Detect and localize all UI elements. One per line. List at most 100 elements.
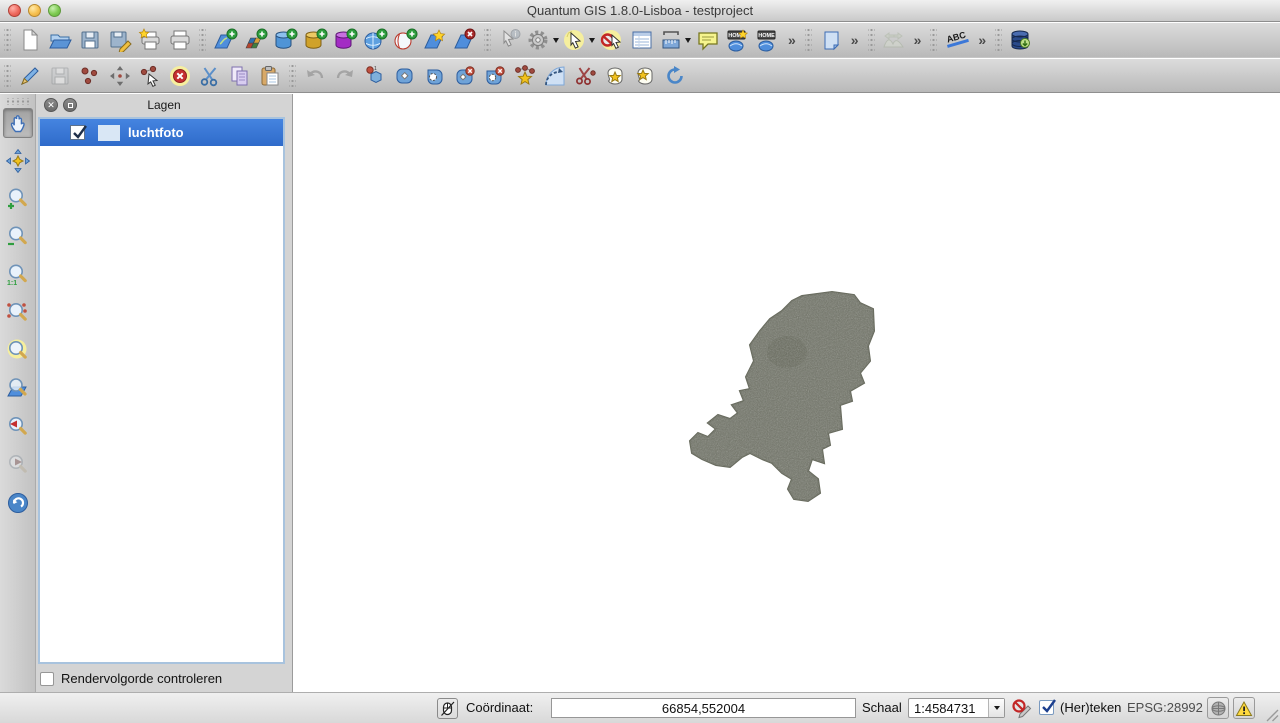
- select-features-button[interactable]: [561, 24, 597, 56]
- toolbar-overflow-chevron[interactable]: »: [851, 32, 859, 48]
- zoom-in-button[interactable]: [3, 184, 33, 214]
- deselect-icon: [599, 28, 625, 52]
- merge-features-button[interactable]: [600, 60, 630, 92]
- add-spatialite-layer-button[interactable]: [300, 24, 330, 56]
- map-tips-button[interactable]: [693, 24, 723, 56]
- paste-features-button[interactable]: [255, 60, 285, 92]
- delete-part-button[interactable]: [480, 60, 510, 92]
- deselect-features-button[interactable]: [597, 24, 627, 56]
- track-mouse-button[interactable]: [437, 698, 458, 719]
- show-bookmarks-button[interactable]: HOME: [753, 24, 783, 56]
- composer-manager-button[interactable]: [165, 24, 195, 56]
- toolbar-handle[interactable]: [805, 29, 812, 51]
- open-project-button[interactable]: [45, 24, 75, 56]
- render-order-checkbox[interactable]: [40, 672, 54, 686]
- delete-selected-icon: [168, 64, 192, 88]
- delete-selected-button[interactable]: [165, 60, 195, 92]
- layer-list[interactable]: luchtfoto: [38, 117, 285, 664]
- add-mssql-layer-button[interactable]: [330, 24, 360, 56]
- show-bookmarks-icon: HOME: [755, 28, 781, 53]
- add-postgis-layer-button[interactable]: [270, 24, 300, 56]
- cut-features-button[interactable]: [195, 60, 225, 92]
- add-vector-layer-button[interactable]: [210, 24, 240, 56]
- toolbar-handle[interactable]: [484, 29, 491, 51]
- rotate-feature-button[interactable]: 1: [360, 60, 390, 92]
- rotate-point-symbols-button[interactable]: [660, 60, 690, 92]
- toggle-editing-button[interactable]: [15, 60, 45, 92]
- new-bookmark-icon: HOME: [725, 28, 751, 53]
- zoom-full-button[interactable]: [3, 374, 33, 404]
- new-print-composer-button[interactable]: [135, 24, 165, 56]
- messages-button[interactable]: [1233, 697, 1255, 719]
- toolbar-overflow-chevron[interactable]: »: [978, 32, 986, 48]
- zoom-to-selection-button[interactable]: [3, 298, 33, 328]
- zoom-previous-button[interactable]: [3, 412, 33, 442]
- pan-to-selection-button[interactable]: [3, 146, 33, 176]
- new-project-button[interactable]: [15, 24, 45, 56]
- capture-points-button[interactable]: [75, 60, 105, 92]
- measure-line-button[interactable]: [657, 24, 693, 56]
- toolbar-handle[interactable]: [4, 29, 11, 51]
- toolbar-overflow-chevron[interactable]: »: [914, 32, 922, 48]
- save-edits-icon: [48, 64, 72, 88]
- copy-features-button[interactable]: [225, 60, 255, 92]
- crs-status-button[interactable]: [1207, 697, 1229, 719]
- toolbar-handle[interactable]: [868, 29, 875, 51]
- reshape-features-button[interactable]: [510, 60, 540, 92]
- toolbar-handle[interactable]: [289, 65, 296, 87]
- simplify-feature-button[interactable]: [390, 60, 420, 92]
- evis-database-button[interactable]: [1006, 24, 1036, 56]
- layer-row-luchtfoto[interactable]: luchtfoto: [40, 119, 283, 146]
- resize-grip[interactable]: [1266, 709, 1279, 722]
- toolbar-handle[interactable]: [4, 65, 11, 87]
- select-cursor-icon: [563, 28, 587, 52]
- merge-attributes-button[interactable]: [630, 60, 660, 92]
- redraw-checkbox[interactable]: [1039, 700, 1054, 715]
- delete-ring-button[interactable]: [450, 60, 480, 92]
- run-feature-action-button[interactable]: [525, 24, 561, 56]
- scale-combobox[interactable]: 1:4584731: [908, 698, 1005, 718]
- refresh-button[interactable]: [3, 488, 33, 518]
- add-wms-layer-button[interactable]: [360, 24, 390, 56]
- zoom-out-button[interactable]: [3, 222, 33, 252]
- titlebar: Quantum GIS 1.8.0-Lisboa - testproject: [0, 0, 1280, 22]
- remove-layer-button[interactable]: [450, 24, 480, 56]
- toolbar-handle[interactable]: [199, 29, 206, 51]
- pan-map-button[interactable]: [3, 108, 33, 138]
- raster-terrain-analysis-button[interactable]: [879, 24, 909, 56]
- toolbar-handle[interactable]: [995, 29, 1002, 51]
- save-project-button[interactable]: [75, 24, 105, 56]
- toolbar-handle[interactable]: [7, 98, 29, 105]
- add-wfs-layer-button[interactable]: [390, 24, 420, 56]
- move-feature-button[interactable]: [105, 60, 135, 92]
- labeling-button[interactable]: ABC: [941, 24, 973, 56]
- new-bookmark-button[interactable]: HOME: [723, 24, 753, 56]
- render-order-control[interactable]: Rendervolgorde controleren: [40, 671, 222, 686]
- add-raster-layer-button[interactable]: [240, 24, 270, 56]
- map-canvas[interactable]: [292, 94, 1280, 692]
- toolbar-overflow-chevron[interactable]: »: [788, 32, 796, 48]
- save-edits-button[interactable]: [45, 60, 75, 92]
- stop-render-button[interactable]: [1010, 697, 1033, 720]
- check-icon: [71, 124, 90, 143]
- add-ring-button[interactable]: [420, 60, 450, 92]
- redo-button[interactable]: [330, 60, 360, 92]
- new-shapefile-layer-button[interactable]: [420, 24, 450, 56]
- layer-visibility-checkbox[interactable]: [70, 125, 85, 140]
- undo-button[interactable]: [300, 60, 330, 92]
- zoom-next-button[interactable]: [3, 450, 33, 480]
- toolbar-handle[interactable]: [930, 29, 937, 51]
- offset-curve-button[interactable]: [540, 60, 570, 92]
- node-tool-button[interactable]: [135, 60, 165, 92]
- zoom-last-button[interactable]: [3, 336, 33, 366]
- zoom-last-icon: [6, 339, 30, 363]
- identify-features-button[interactable]: i: [495, 24, 525, 56]
- zoom-native-resolution-button[interactable]: 1:1: [3, 260, 33, 290]
- text-annotation-button[interactable]: [816, 24, 846, 56]
- redo-arrow-icon: [333, 64, 357, 88]
- open-attribute-table-button[interactable]: [627, 24, 657, 56]
- split-features-button[interactable]: [570, 60, 600, 92]
- save-project-as-button[interactable]: [105, 24, 135, 56]
- scale-dropdown-button[interactable]: [988, 699, 1004, 717]
- coordinate-input[interactable]: [551, 698, 856, 718]
